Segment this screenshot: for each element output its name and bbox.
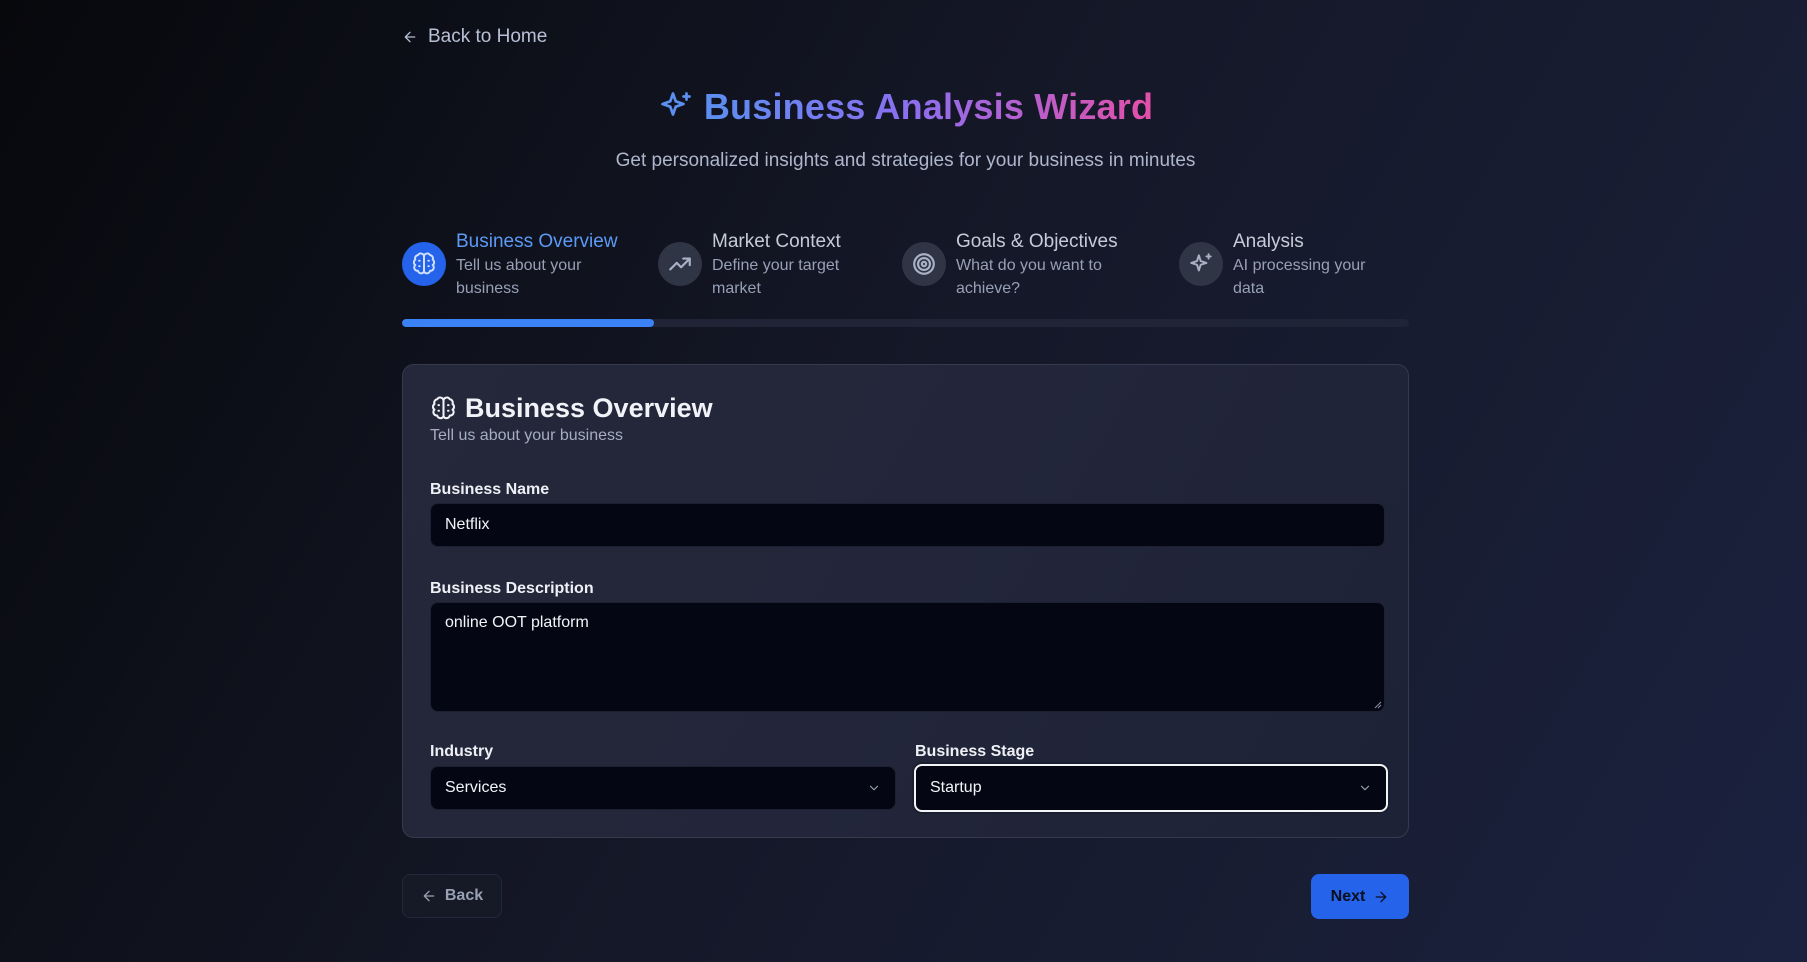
arrow-right-icon: [1376, 891, 1387, 902]
business-name-value: Netflix: [445, 516, 490, 533]
industry-label: Industry: [430, 743, 494, 760]
card-subtitle: Tell us about your business: [430, 427, 623, 444]
sparkles-icon: [660, 92, 691, 116]
business-name-label: Business Name: [430, 481, 550, 498]
chevron-down-icon: [869, 785, 879, 791]
back-to-home-link[interactable]: Back to Home: [402, 26, 547, 48]
target-icon: [913, 253, 935, 275]
industry-select[interactable]: Services: [430, 766, 896, 810]
step-title: Business Overview: [456, 231, 618, 252]
business-name-input[interactable]: Netflix: [430, 503, 1385, 547]
card-title: Business Overview: [465, 393, 713, 423]
step-market-context[interactable]: Market Context Define your target market: [658, 230, 841, 300]
step-description: What do you want to achieve?: [956, 257, 1102, 297]
next-button[interactable]: Next: [1311, 874, 1409, 919]
business-overview-card: Business Overview Tell us about your bus…: [402, 364, 1409, 838]
page-subtitle: Get personalized insights and strategies…: [615, 150, 1196, 171]
step-title: Market Context: [712, 231, 841, 252]
step-title: Goals & Objectives: [956, 231, 1118, 252]
wizard-steps: Business Overview Tell us about your busi…: [402, 230, 1409, 300]
resize-handle-icon[interactable]: [1374, 701, 1382, 709]
step-business-overview[interactable]: Business Overview Tell us about your busi…: [402, 230, 618, 300]
step-description: Define your target market: [712, 257, 840, 297]
progress-bar: [402, 319, 1409, 327]
business-stage-select[interactable]: Startup: [914, 764, 1388, 812]
arrow-left-icon: [404, 31, 416, 43]
progress-fill: [402, 319, 654, 327]
business-description-textarea[interactable]: online OOT platform: [430, 602, 1385, 712]
step-analysis[interactable]: Analysis AI processing your data: [1179, 230, 1366, 300]
back-button[interactable]: Back: [402, 874, 502, 918]
business-description-value: online OOT platform: [445, 614, 589, 631]
next-button-label: Next: [1330, 887, 1366, 905]
step-title: Analysis: [1233, 231, 1304, 252]
back-to-home-label: Back to Home: [428, 26, 548, 47]
sparkles-icon: [1190, 253, 1212, 272]
step-description: AI processing your data: [1233, 257, 1366, 297]
business-stage-label: Business Stage: [915, 743, 1035, 760]
trending-up-icon: [669, 257, 691, 271]
chevron-down-icon: [1360, 785, 1370, 791]
back-button-label: Back: [444, 887, 484, 904]
step-description: Tell us about your business: [456, 257, 582, 297]
page-title: Business Analysis Wizard: [703, 86, 1154, 127]
business-description-label: Business Description: [430, 580, 594, 597]
arrow-left-icon: [423, 890, 435, 902]
step-goals-objectives[interactable]: Goals & Objectives What do you want to ac…: [902, 230, 1118, 300]
business-stage-value: Startup: [930, 779, 982, 796]
brain-icon: [412, 252, 436, 275]
page-header: Business Analysis Wizard: [402, 86, 1409, 128]
industry-value: Services: [445, 779, 507, 796]
brain-icon: [432, 396, 455, 420]
